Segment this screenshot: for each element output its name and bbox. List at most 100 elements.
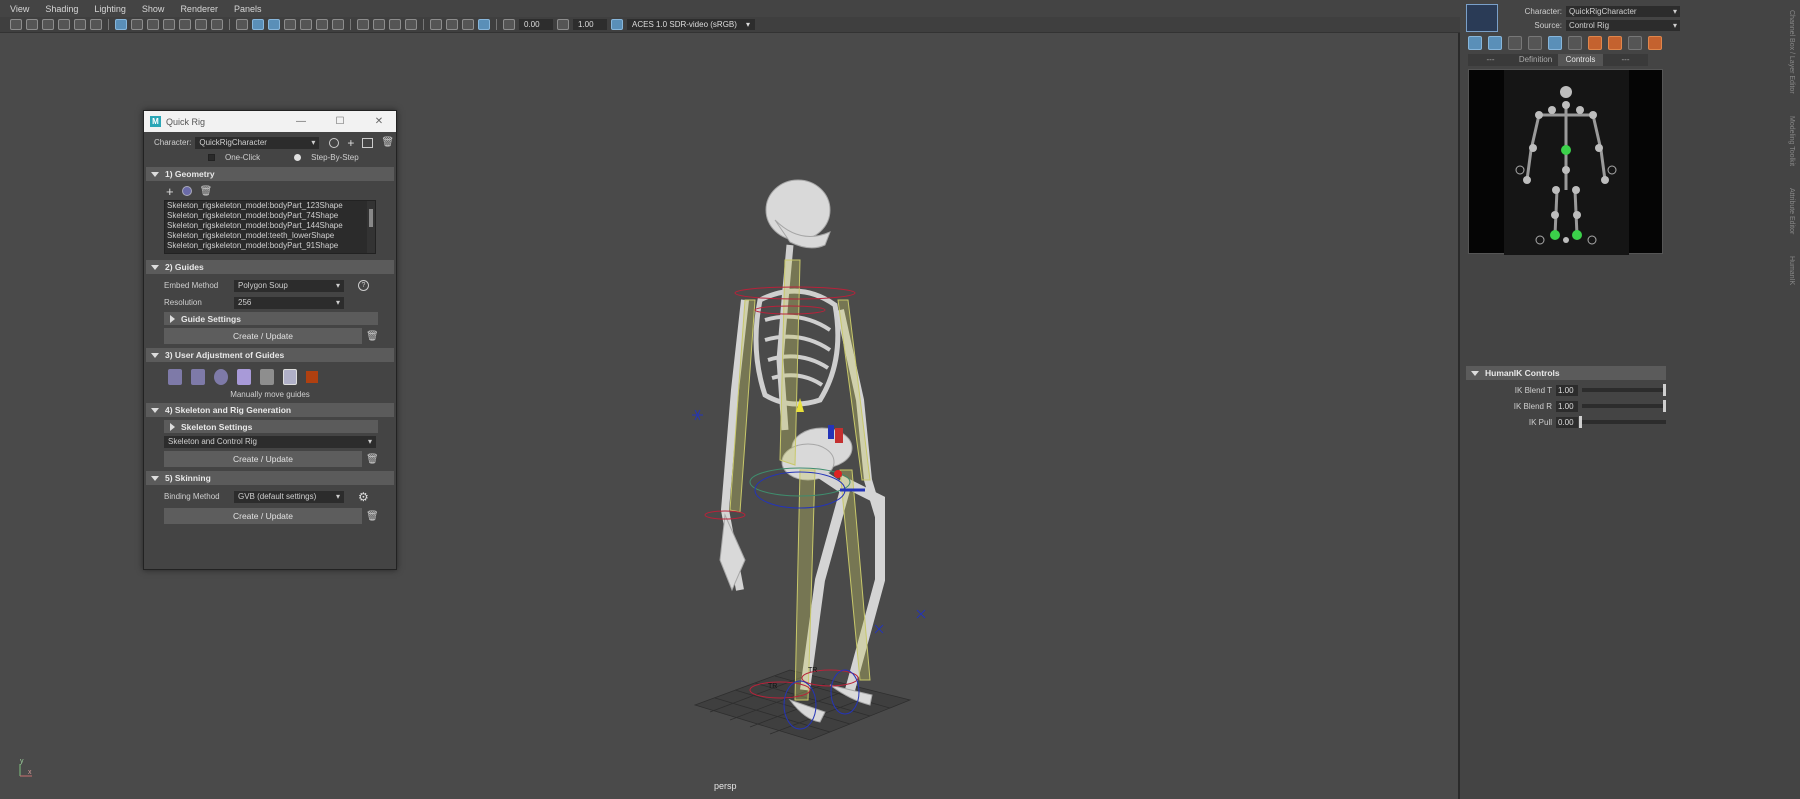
list-item[interactable]: Skeleton_rigskeleton_model:bodyPart_91Sh… bbox=[165, 241, 375, 251]
menu-lighting[interactable]: Lighting bbox=[94, 4, 126, 14]
section-guides-header[interactable]: 2) Guides bbox=[146, 260, 394, 274]
side-tab-humanik[interactable]: HumanIK bbox=[1788, 256, 1795, 285]
select-guides-icon[interactable] bbox=[214, 369, 228, 385]
xray-joints-icon[interactable] bbox=[462, 19, 474, 30]
backface-culling-icon[interactable] bbox=[478, 19, 490, 30]
geometry-list-scrollbar[interactable] bbox=[367, 201, 375, 253]
add-character-icon[interactable]: + bbox=[347, 136, 354, 150]
gamma-field[interactable]: 1.00 bbox=[573, 19, 607, 30]
motion-blur-icon[interactable] bbox=[357, 19, 369, 30]
guide-color-swatch[interactable] bbox=[306, 371, 318, 383]
pin-translate-icon[interactable] bbox=[1588, 36, 1602, 50]
film-gate-icon[interactable] bbox=[131, 19, 143, 30]
menu-shading[interactable]: Shading bbox=[45, 4, 78, 14]
menu-view[interactable]: View bbox=[10, 4, 29, 14]
skeleton-create-update-button[interactable]: Create / Update bbox=[164, 451, 362, 467]
gamma-icon[interactable] bbox=[557, 19, 569, 30]
duplicate-character-icon[interactable] bbox=[362, 137, 374, 148]
edit-guides-icon[interactable] bbox=[283, 369, 297, 385]
safe-action-icon[interactable] bbox=[195, 19, 207, 30]
humanik-logo-icon[interactable] bbox=[1466, 4, 1498, 32]
hik-character-controls-view[interactable] bbox=[1468, 69, 1664, 255]
hik-source-dropdown[interactable]: Control Rig ▾ bbox=[1566, 20, 1680, 31]
skeleton-settings-header[interactable]: Skeleton Settings bbox=[164, 420, 378, 433]
section-geometry-header[interactable]: 1) Geometry bbox=[146, 167, 394, 181]
ik-pull-field[interactable]: 0.00 bbox=[1556, 416, 1578, 428]
embed-method-dropdown[interactable]: Polygon Soup ▾ bbox=[234, 279, 344, 292]
tab-definition[interactable]: Definition bbox=[1513, 54, 1558, 66]
quick-rig-titlebar[interactable]: M Quick Rig — ☐ ✕ bbox=[144, 111, 396, 132]
full-body-icon[interactable] bbox=[1508, 36, 1522, 50]
resolution-dropdown[interactable]: 256 ▾ bbox=[234, 296, 344, 309]
camera-icon[interactable] bbox=[10, 19, 22, 30]
anti-aliasing-icon[interactable] bbox=[373, 19, 385, 30]
shadows-icon[interactable] bbox=[316, 19, 328, 30]
exposure-field[interactable]: 0.00 bbox=[519, 19, 553, 30]
hik-controls-header[interactable]: HumanIK Controls bbox=[1466, 366, 1666, 380]
reach-icon[interactable] bbox=[1628, 36, 1642, 50]
two-d-pan-icon[interactable] bbox=[74, 19, 86, 30]
guides-create-update-button[interactable]: Create / Update bbox=[164, 328, 362, 344]
help-icon[interactable]: ? bbox=[358, 280, 369, 291]
body-part-icon[interactable] bbox=[1528, 36, 1542, 50]
grid-icon[interactable] bbox=[115, 19, 127, 30]
select-camera-icon[interactable] bbox=[430, 19, 442, 30]
list-item[interactable]: Skeleton_rigskeleton_model:bodyPart_123S… bbox=[165, 201, 375, 211]
scrollbar-thumb[interactable] bbox=[369, 209, 373, 227]
smooth-shade-icon[interactable] bbox=[252, 19, 264, 30]
wireframe-on-shaded-icon[interactable] bbox=[268, 19, 280, 30]
geometry-list[interactable]: Skeleton_rigskeleton_model:bodyPart_123S… bbox=[164, 200, 376, 254]
depth-of-field-icon[interactable] bbox=[389, 19, 401, 30]
lights-icon[interactable] bbox=[300, 19, 312, 30]
add-geometry-icon[interactable]: + bbox=[166, 184, 174, 199]
minimize-icon[interactable]: — bbox=[284, 116, 318, 127]
tab-controls[interactable]: Controls bbox=[1558, 54, 1603, 66]
side-tab-channel-box[interactable]: Channel Box / Layer Editor bbox=[1788, 10, 1795, 94]
select-pinning-icon[interactable] bbox=[1488, 36, 1502, 50]
safe-title-icon[interactable] bbox=[211, 19, 223, 30]
field-chart-icon[interactable] bbox=[179, 19, 191, 30]
image-plane-icon[interactable] bbox=[58, 19, 70, 30]
ik-blend-t-slider[interactable] bbox=[1582, 384, 1666, 396]
wireframe-icon[interactable] bbox=[236, 19, 248, 30]
gear-icon[interactable]: ⚙ bbox=[358, 490, 369, 504]
mirror-left-to-right-icon[interactable] bbox=[168, 369, 182, 385]
menu-renderer[interactable]: Renderer bbox=[180, 4, 218, 14]
list-item[interactable]: Skeleton_rigskeleton_model:teeth_lowerSh… bbox=[165, 231, 375, 241]
tab-more[interactable]: --- bbox=[1603, 54, 1648, 66]
maximize-icon[interactable]: ☐ bbox=[323, 116, 357, 127]
color-space-dropdown[interactable]: ACES 1.0 SDR-video (sRGB) ▾ bbox=[627, 19, 755, 30]
section-skinning-header[interactable]: 5) Skinning bbox=[146, 471, 394, 485]
skeleton-type-dropdown[interactable]: Skeleton and Control Rig ▾ bbox=[164, 436, 376, 448]
center-guides-icon[interactable] bbox=[237, 369, 251, 385]
grease-pencil-icon[interactable] bbox=[90, 19, 102, 30]
skinning-create-update-button[interactable]: Create / Update bbox=[164, 508, 362, 524]
list-item[interactable]: Skeleton_rigskeleton_model:bodyPart_144S… bbox=[165, 221, 375, 231]
gate-mask-icon[interactable] bbox=[163, 19, 175, 30]
bookmark-icon[interactable] bbox=[42, 19, 54, 30]
color-management-icon[interactable] bbox=[611, 19, 623, 30]
slider-knob[interactable] bbox=[1579, 416, 1582, 428]
ik-blend-r-slider[interactable] bbox=[1582, 400, 1666, 412]
one-click-radio[interactable] bbox=[208, 154, 215, 161]
delete-skin-icon[interactable]: 🗑 bbox=[366, 511, 379, 522]
delete-guides-icon[interactable]: 🗑 bbox=[366, 331, 379, 342]
hik-character-dropdown[interactable]: QuickRigCharacter ▾ bbox=[1566, 6, 1680, 17]
hik-figure[interactable] bbox=[1469, 70, 1664, 255]
select-geometry-icon[interactable] bbox=[181, 186, 192, 196]
camera-attributes-icon[interactable] bbox=[26, 19, 38, 30]
ik-blend-r-field[interactable]: 1.00 bbox=[1556, 400, 1578, 412]
tab-start[interactable]: --- bbox=[1468, 54, 1513, 66]
ik-pull-slider[interactable] bbox=[1579, 416, 1666, 428]
slider-knob[interactable] bbox=[1663, 400, 1666, 412]
close-icon[interactable]: ✕ bbox=[362, 116, 396, 127]
select-character-icon[interactable] bbox=[329, 137, 340, 148]
select-effector-icon[interactable] bbox=[1468, 36, 1482, 50]
step-by-step-radio[interactable] bbox=[294, 154, 302, 161]
menu-panels[interactable]: Panels bbox=[234, 4, 262, 14]
stance-pose-icon[interactable] bbox=[1648, 36, 1662, 50]
selection-keying-icon[interactable] bbox=[1548, 36, 1562, 50]
delete-character-icon[interactable]: 🗑 bbox=[381, 137, 394, 148]
quick-rig-window[interactable]: M Quick Rig — ☐ ✕ Character: QuickRigCha… bbox=[143, 110, 397, 570]
guide-settings-header[interactable]: Guide Settings bbox=[164, 312, 378, 325]
